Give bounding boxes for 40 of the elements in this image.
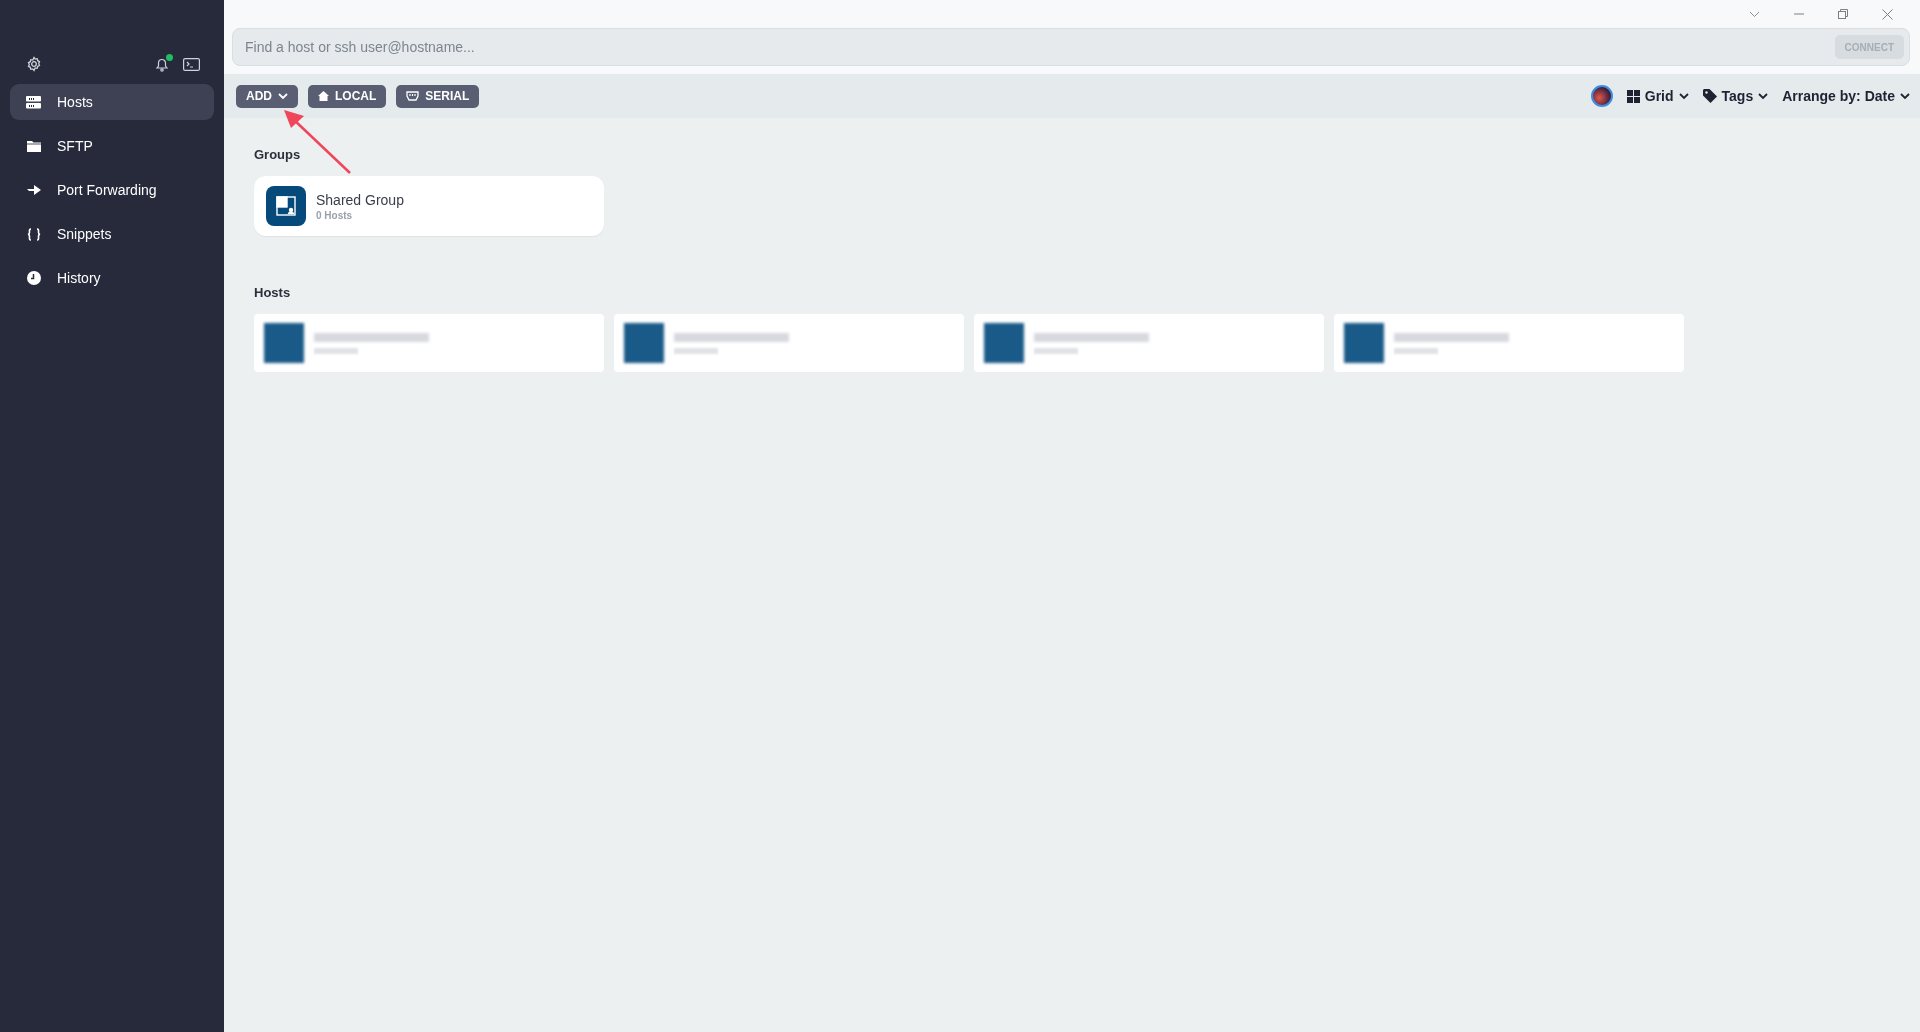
blurred-host-card[interactable] — [254, 314, 604, 372]
arrow-icon — [26, 184, 41, 196]
house-icon — [318, 91, 329, 101]
tags-dropdown[interactable]: Tags — [1702, 88, 1769, 104]
caret-icon — [1758, 92, 1769, 100]
grid-dropdown[interactable]: Grid — [1626, 88, 1689, 104]
braces-icon — [26, 227, 41, 241]
blurred-host-card[interactable] — [1334, 314, 1684, 372]
blurred-host-card[interactable] — [614, 314, 964, 372]
caret-icon — [1900, 92, 1910, 100]
add-button[interactable]: ADD — [236, 84, 298, 108]
close-icon[interactable] — [1882, 8, 1893, 20]
sidebar-item[interactable]: History — [10, 260, 214, 296]
local-button[interactable]: LOCAL — [308, 84, 387, 108]
serial-button[interactable]: SERIAL — [396, 84, 480, 108]
chevron-down-icon[interactable] — [1749, 10, 1760, 18]
blurred-host-card[interactable] — [974, 314, 1324, 372]
terminal-icon[interactable] — [183, 57, 200, 71]
section-title: Hosts — [254, 285, 292, 300]
settings-icon[interactable] — [26, 56, 42, 72]
port-icon — [406, 91, 420, 101]
section-title: Groups — [254, 147, 302, 162]
grid-icon — [1626, 89, 1640, 103]
caret-icon — [1678, 92, 1689, 100]
clock-icon — [26, 271, 41, 285]
restore-icon[interactable] — [1838, 9, 1848, 19]
server-icon — [26, 95, 41, 109]
group-card[interactable]: Shared Group 0 Hosts — [254, 176, 604, 236]
group-icon — [266, 186, 306, 226]
host-count: 0 Hosts — [316, 209, 354, 221]
arrange-dropdown[interactable]: Arrange by: Date — [1782, 88, 1910, 104]
tag-icon — [1702, 89, 1717, 103]
avatar[interactable] — [1590, 85, 1613, 107]
sidebar-item[interactable]: Snippets — [10, 216, 214, 252]
caret-icon — [278, 92, 288, 100]
sidebar-item[interactable]: Port Forwarding — [10, 172, 214, 208]
sidebar-item[interactable]: Hosts — [10, 84, 214, 120]
group-name: Shared Group — [316, 191, 404, 208]
sidebar-item[interactable]: SFTP — [10, 128, 214, 164]
folder-icon — [26, 140, 41, 152]
